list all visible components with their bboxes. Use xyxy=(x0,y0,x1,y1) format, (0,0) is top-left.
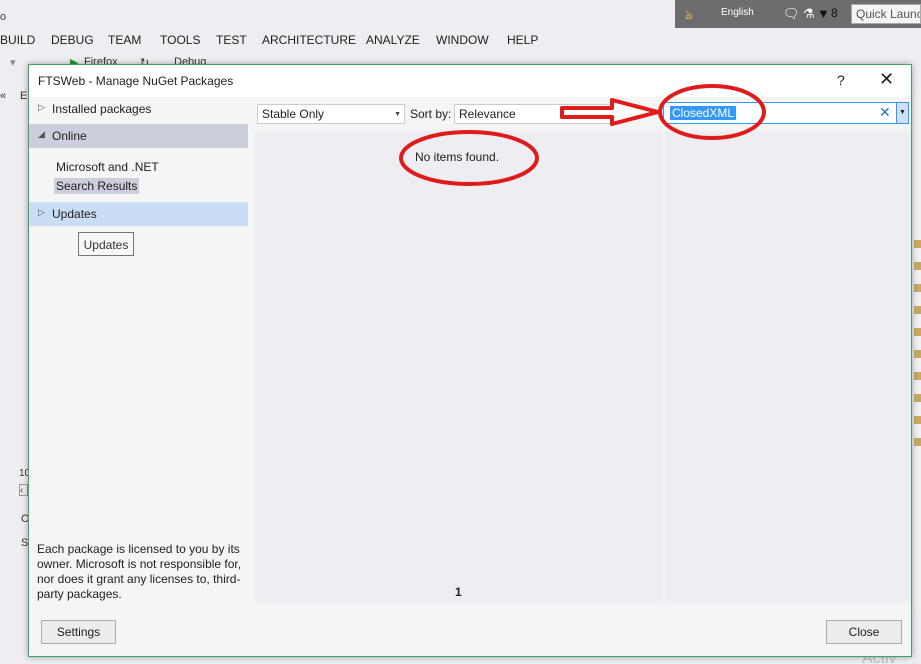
package-source-nav: ▷ Installed packages ◢ Online Microsoft … xyxy=(29,97,249,605)
quick-launch-input[interactable]: Quick Launch xyxy=(851,4,921,24)
solution-item-mark xyxy=(914,240,921,248)
comment-icon[interactable]: 🗨 xyxy=(783,6,800,22)
menu-window[interactable]: WINDOW xyxy=(436,30,489,47)
package-details-panel xyxy=(665,131,911,603)
search-input[interactable]: ClosedXML ✕ ▼ xyxy=(663,102,909,124)
solution-item-mark xyxy=(914,372,921,380)
empty-results-message: No items found. xyxy=(415,150,500,164)
chevron-down-icon: ▼ xyxy=(601,111,608,118)
expand-right-icon: ▷ xyxy=(38,102,45,112)
chevron-down-icon: ▼ xyxy=(394,111,401,118)
flask-icon[interactable]: ⚗ xyxy=(803,6,815,22)
package-results-list: No items found. 1 xyxy=(255,131,663,603)
nav-updates-label: Updates xyxy=(52,207,97,221)
help-button[interactable]: ? xyxy=(837,72,845,88)
solution-item-mark xyxy=(914,416,921,424)
menu-analyze[interactable]: ANALYZE xyxy=(366,30,420,47)
sort-by-value: Relevance xyxy=(459,107,516,121)
collapse-icon[interactable]: « xyxy=(0,90,6,102)
scroll-left-icon[interactable]: ‹ xyxy=(19,484,28,496)
dialog-titlebar: FTSWeb - Manage NuGet Packages ? ✕ xyxy=(29,65,911,97)
nav-updates[interactable]: ▷ Updates xyxy=(29,202,248,226)
nav-online[interactable]: ◢ Online xyxy=(29,124,248,148)
menu-tools[interactable]: TOOLS xyxy=(160,30,200,47)
filter-icon[interactable]: ▼ xyxy=(817,6,830,21)
updates-tooltip: Updates xyxy=(78,232,134,256)
settings-button[interactable]: Settings xyxy=(41,620,116,644)
menu-team[interactable]: TEAM xyxy=(108,30,141,47)
search-dropdown-button[interactable]: ▼ xyxy=(896,103,908,123)
menu-help[interactable]: HELP xyxy=(507,30,538,47)
nav-installed-packages[interactable]: ▷ Installed packages xyxy=(29,97,248,121)
solution-item-mark xyxy=(914,284,921,292)
menu-architecture[interactable]: ARCHITECTURE xyxy=(262,30,356,47)
manage-nuget-dialog: FTSWeb - Manage NuGet Packages ? ✕ ▷ Ins… xyxy=(28,64,912,657)
solution-item-mark xyxy=(914,438,921,446)
menu-test[interactable]: TEST xyxy=(216,30,247,47)
vs-titlebar: o ঌ English 🗨 ⚗ ▼ 8 Quick Launch xyxy=(0,0,921,30)
notification-count[interactable]: 8 xyxy=(831,6,838,20)
sort-by-label: Sort by: xyxy=(410,107,452,121)
release-filter-value: Stable Only xyxy=(262,107,325,121)
nav-installed-label: Installed packages xyxy=(52,102,152,116)
language-label[interactable]: English xyxy=(721,7,754,18)
sort-by-select[interactable]: Relevance ▼ xyxy=(454,104,612,124)
page-number[interactable]: 1 xyxy=(455,585,462,599)
clear-search-icon[interactable]: ✕ xyxy=(879,104,891,121)
feedback-icon[interactable]: ঌ xyxy=(685,6,693,27)
editor-tab-fragment[interactable]: E xyxy=(20,90,27,102)
solution-item-mark xyxy=(914,328,921,336)
search-query-text[interactable]: ClosedXML xyxy=(670,106,737,120)
solution-item-mark xyxy=(914,350,921,358)
solution-item-mark xyxy=(914,394,921,402)
quick-launch-strip: ঌ English 🗨 ⚗ ▼ 8 Quick Launch xyxy=(675,0,921,28)
expand-right-icon: ▷ xyxy=(38,207,45,217)
dialog-title: FTSWeb - Manage NuGet Packages xyxy=(38,74,234,88)
vs-menubar: BUILD DEBUG TEAM TOOLS TEST ARCHITECTURE… xyxy=(0,30,921,52)
solution-item-mark xyxy=(914,262,921,270)
license-notice: Each package is licensed to you by its o… xyxy=(37,542,242,601)
nav-search-results[interactable]: Search Results xyxy=(54,178,140,194)
vs-title-fragment: o xyxy=(0,11,7,23)
expanded-down-icon: ◢ xyxy=(38,129,45,139)
nav-back-icon[interactable]: ▾ xyxy=(10,56,16,69)
close-icon[interactable]: ✕ xyxy=(879,69,894,90)
solution-item-mark xyxy=(914,306,921,314)
release-filter-select[interactable]: Stable Only ▼ xyxy=(257,104,405,124)
filter-row: Stable Only ▼ Sort by: Relevance ▼ Close… xyxy=(255,101,911,127)
nav-online-label: Online xyxy=(52,129,87,143)
close-button[interactable]: Close xyxy=(826,620,902,644)
nav-microsoft-dotnet[interactable]: Microsoft and .NET xyxy=(56,160,159,174)
menu-build[interactable]: BUILD xyxy=(0,30,35,47)
menu-debug[interactable]: DEBUG xyxy=(51,30,94,47)
